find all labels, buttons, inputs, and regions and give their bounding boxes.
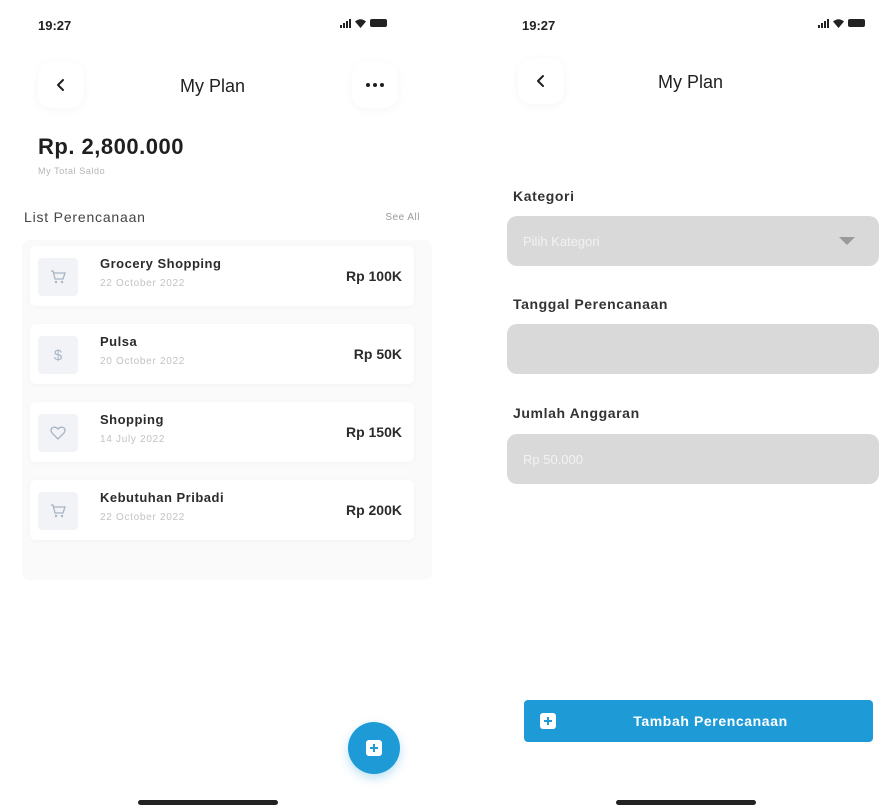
status-time: 19:27 [522,18,556,33]
back-button[interactable] [38,62,84,108]
chevron-left-icon [57,79,64,91]
total-balance-label: My Total Saldo [38,166,106,176]
tanggal-input[interactable] [507,324,879,374]
chevron-left-icon [537,75,544,87]
heart-icon [38,414,78,452]
plan-item-pulsa[interactable]: $ Pulsa 20 October 2022 Rp 50K [30,324,414,384]
plan-name: Grocery Shopping [100,256,222,271]
more-options-button[interactable] [352,62,398,108]
signal-icon [818,18,829,28]
jumlah-input[interactable] [507,434,879,484]
signal-icon [340,18,351,28]
plan-date: 14 July 2022 [100,434,166,445]
page-title: My Plan [180,76,246,96]
wifi-icon [833,18,844,28]
add-plan-screen: 19:27 My Plan Kategori Pilih Kategori Ta… [444,0,888,808]
plus-icon [366,740,382,756]
status-time: 19:27 [38,18,72,33]
dollar-icon: $ [38,336,78,374]
wifi-icon [355,18,366,28]
plan-date: 20 October 2022 [100,356,185,367]
total-balance: Rp. 2,800.000 [38,134,184,159]
cart-icon [38,492,78,530]
plan-name: Pulsa [100,334,138,349]
plan-date: 22 October 2022 [100,278,185,289]
add-plan-button[interactable]: Tambah Perencanaan [524,700,873,742]
plan-date: 22 October 2022 [100,512,185,523]
plan-amount: Rp 50K [353,346,402,362]
plan-name: Kebutuhan Pribadi [100,490,225,505]
battery-icon [370,19,387,27]
plan-amount: Rp 200K [345,502,402,518]
see-all-link[interactable]: See All [385,212,420,223]
home-indicator [616,800,756,805]
plan-name: Shopping [100,412,164,427]
back-button[interactable] [518,58,564,104]
plan-item-kebutuhan-pribadi[interactable]: Kebutuhan Pribadi 22 October 2022 Rp 200… [30,480,414,540]
battery-icon [848,19,865,27]
status-icons [818,18,865,28]
cart-icon [38,258,78,296]
section-title: List Perencanaan [24,209,146,225]
plan-item-grocery-shopping[interactable]: Grocery Shopping 22 October 2022 Rp 100K [30,246,414,306]
plan-list-screen: 19:27 My Plan Rp. 2,800.000 My Total Sal… [0,0,444,808]
tanggal-label: Tanggal Perencanaan [513,296,669,312]
more-icon [366,83,384,87]
plan-amount: Rp 150K [345,424,402,440]
home-indicator [138,800,278,805]
kategori-select-value: Pilih Kategori [523,234,600,249]
add-plan-button-label: Tambah Perencanaan [633,713,788,729]
kategori-label: Kategori [513,188,575,204]
kategori-select[interactable]: Pilih Kategori [507,216,879,266]
caret-down-icon [839,237,855,245]
page-title: My Plan [658,72,724,92]
plan-item-shopping[interactable]: Shopping 14 July 2022 Rp 150K [30,402,414,462]
status-icons [340,18,387,28]
plan-amount: Rp 100K [345,268,402,284]
add-plan-fab[interactable] [348,722,400,774]
jumlah-label: Jumlah Anggaran [513,405,640,421]
